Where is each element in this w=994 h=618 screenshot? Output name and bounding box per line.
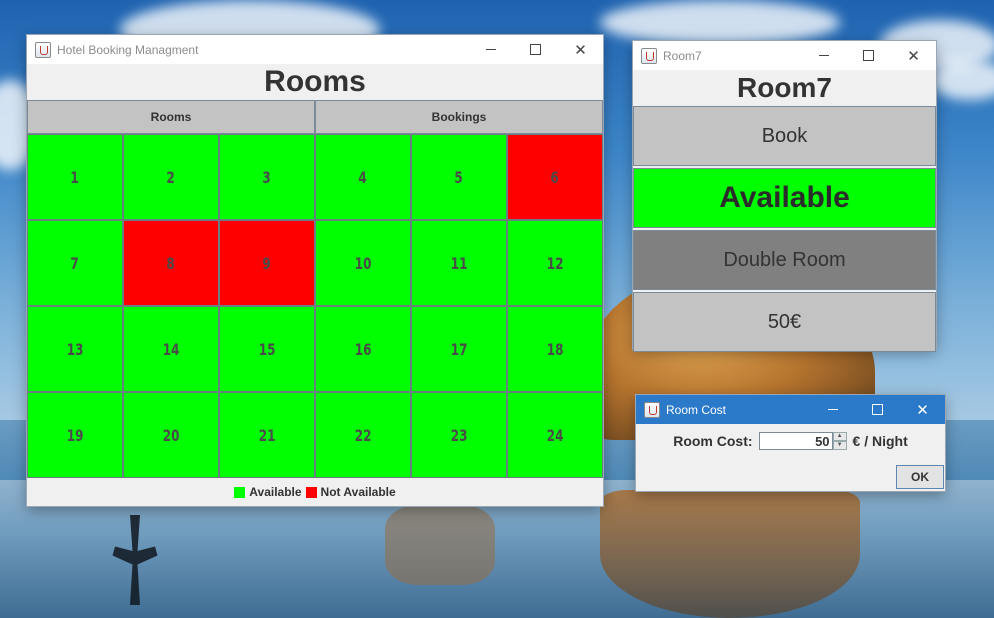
room-number: 9 [262, 253, 272, 273]
title-bar[interactable]: Room7 ✕ [633, 41, 936, 70]
minimize-button[interactable] [810, 395, 855, 424]
room-number: 19 [66, 425, 84, 445]
room-number: 3 [262, 167, 272, 187]
title-bar[interactable]: Hotel Booking Managment ✕ [27, 35, 603, 64]
close-button[interactable]: ✕ [891, 41, 936, 70]
available-swatch [234, 486, 246, 498]
room-cell-10[interactable]: 10 [315, 220, 411, 306]
room-cost-input[interactable]: 50 [758, 432, 833, 450]
java-app-icon [644, 401, 660, 418]
room-cost-dialog: Room Cost ✕ Room Cost: 50 ▲ ▼ € / Night … [636, 395, 945, 491]
room-cell-14[interactable]: 14 [123, 306, 219, 392]
room-number: 13 [66, 339, 84, 359]
legend-available-label: Available [249, 485, 302, 499]
title-bar[interactable]: Room Cost ✕ [636, 395, 945, 424]
room-cell-22[interactable]: 22 [315, 392, 411, 478]
java-app-icon [641, 47, 657, 64]
room-cell-13[interactable]: 13 [27, 306, 123, 392]
room-number: 4 [358, 167, 368, 187]
room-number: 16 [354, 339, 372, 359]
book-button[interactable]: Book [633, 106, 936, 166]
room-number: 20 [162, 425, 180, 445]
tab-rooms[interactable]: Rooms [27, 100, 315, 134]
room-cell-21[interactable]: 21 [219, 392, 315, 478]
legend-not-available-label: Not Available [320, 485, 396, 499]
room-cell-5[interactable]: 5 [411, 134, 507, 220]
maximize-button[interactable] [846, 41, 891, 70]
room-price-button[interactable]: 50€ [633, 292, 936, 352]
room-cell-15[interactable]: 15 [219, 306, 315, 392]
room-cell-24[interactable]: 24 [507, 392, 603, 478]
hotel-booking-window: Hotel Booking Managment ✕ Rooms Rooms Bo… [27, 35, 603, 506]
cloud [600, 0, 840, 45]
room-number: 11 [450, 253, 468, 273]
room-cost-spinner: 50 ▲ ▼ [758, 432, 847, 450]
room-number: 12 [546, 253, 564, 273]
room-number: 22 [354, 425, 372, 445]
tab-bar: Rooms Bookings [27, 100, 603, 134]
room-number: 23 [450, 425, 468, 445]
room-cost-label: Room Cost: [673, 433, 753, 449]
window-title: Hotel Booking Managment [57, 42, 199, 57]
room-cell-12[interactable]: 12 [507, 220, 603, 306]
room-cell-9[interactable]: 9 [219, 220, 315, 306]
room-number: 15 [258, 339, 276, 359]
legend: Available Not Available [27, 478, 603, 506]
room-cell-2[interactable]: 2 [123, 134, 219, 220]
room-cell-20[interactable]: 20 [123, 392, 219, 478]
room-number: 14 [162, 339, 180, 359]
room-cell-7[interactable]: 7 [27, 220, 123, 306]
wallpaper-rock-reflection [600, 490, 860, 618]
room-cell-4[interactable]: 4 [315, 134, 411, 220]
room-cell-11[interactable]: 11 [411, 220, 507, 306]
close-button[interactable]: ✕ [900, 395, 945, 424]
room-number: 18 [546, 339, 564, 359]
dialog-title: Room Cost [666, 402, 727, 417]
room-cell-8[interactable]: 8 [123, 220, 219, 306]
room-detail-window: Room7 ✕ Room7 Book Available Double Room… [633, 41, 936, 352]
room-status[interactable]: Available [633, 168, 936, 228]
room-cell-16[interactable]: 16 [315, 306, 411, 392]
room-cell-18[interactable]: 18 [507, 306, 603, 392]
room-cell-3[interactable]: 3 [219, 134, 315, 220]
room-cost-unit: € / Night [852, 433, 908, 449]
room-number: 2 [166, 167, 176, 187]
java-app-icon [35, 41, 51, 58]
room-grid: 1 2 3 4 5 6 7 8 9 10 11 12 13 14 15 16 17 18 19 20 21 22 23 24 [27, 134, 603, 478]
room-cell-19[interactable]: 19 [27, 392, 123, 478]
room-cell-23[interactable]: 23 [411, 392, 507, 478]
room-number: 5 [454, 167, 464, 187]
room-number: 10 [354, 253, 372, 273]
room-cell-1[interactable]: 1 [27, 134, 123, 220]
room-number: 24 [546, 425, 564, 445]
maximize-button[interactable] [513, 35, 558, 64]
room-number: 8 [166, 253, 176, 273]
room-number: 1 [70, 167, 80, 187]
window-title: Room7 [663, 48, 702, 63]
page-title: Rooms [264, 65, 366, 98]
minimize-button[interactable] [801, 41, 846, 70]
room-cell-17[interactable]: 17 [411, 306, 507, 392]
room-number: 21 [258, 425, 276, 445]
room-cost-row: Room Cost: 50 ▲ ▼ € / Night [636, 424, 945, 458]
not-available-swatch [305, 486, 317, 498]
tab-bookings[interactable]: Bookings [315, 100, 603, 134]
maximize-button[interactable] [855, 395, 900, 424]
close-button[interactable]: ✕ [558, 35, 603, 64]
room-number: 6 [550, 167, 560, 187]
room-number: 17 [450, 339, 468, 359]
wallpaper-reflection [385, 505, 495, 585]
room-type[interactable]: Double Room [633, 230, 936, 290]
room-cell-6[interactable]: 6 [507, 134, 603, 220]
ok-button[interactable]: OK [896, 465, 944, 489]
minimize-button[interactable] [468, 35, 513, 64]
spinner-up-icon[interactable]: ▲ [832, 432, 847, 441]
spinner-down-icon[interactable]: ▼ [832, 441, 847, 450]
room-heading: Room7 [737, 72, 832, 103]
room-number: 7 [70, 253, 80, 273]
